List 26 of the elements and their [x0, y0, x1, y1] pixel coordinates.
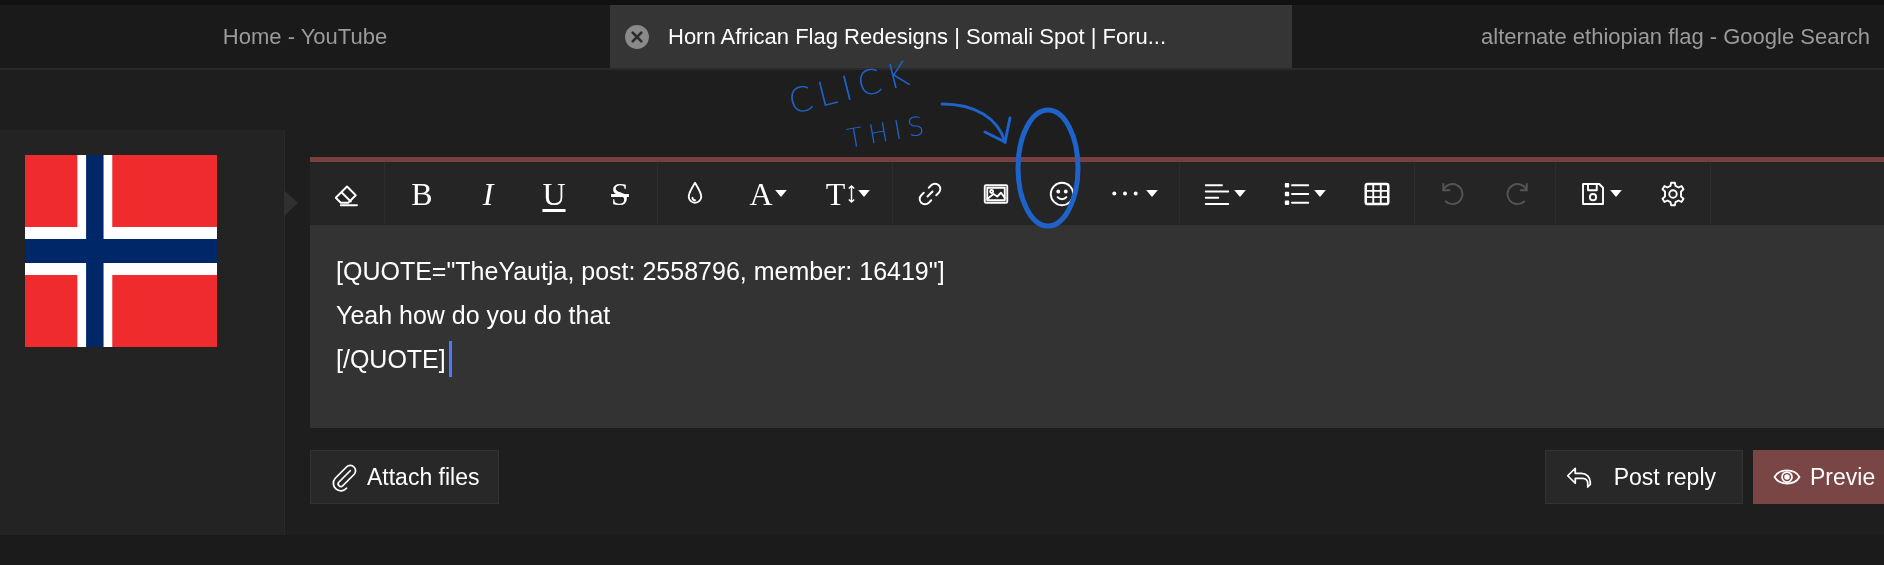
caret-icon	[1234, 190, 1246, 197]
bold-button[interactable]: B	[389, 162, 455, 225]
text-cursor	[448, 341, 452, 377]
editor-text-line: Yeah how do you do that	[336, 300, 611, 331]
close-icon[interactable]	[624, 23, 650, 50]
preview-button[interactable]: Previe	[1753, 450, 1884, 504]
editor-text-line: [/QUOTE]	[336, 344, 446, 375]
caret-icon	[1146, 190, 1158, 197]
caret-icon	[858, 190, 871, 197]
more-icon	[1112, 191, 1138, 196]
underline-button[interactable]: U	[521, 162, 587, 225]
browser-tab[interactable]: alternate ethiopian flag - Google Search	[1292, 5, 1884, 68]
message-input[interactable]: [QUOTE="TheYautja, post: 2558796, member: 16419"] Yeah how do you do that [/QUOTE]	[310, 225, 1884, 428]
font-button[interactable]: A	[728, 162, 808, 225]
browser-tab[interactable]: Home - YouTube	[0, 5, 610, 68]
strike-button[interactable]: S	[587, 162, 653, 225]
editor-text-line: [QUOTE="TheYautja, post: 2558796, member: 16419"]	[336, 256, 945, 287]
caret-icon	[1314, 190, 1326, 197]
attach-button[interactable]: Attach files	[310, 450, 499, 504]
flag-avatar[interactable]	[25, 155, 217, 347]
italic-button[interactable]: I	[455, 162, 521, 225]
reply-button[interactable]: Post reply	[1544, 450, 1743, 504]
caret-icon	[1610, 190, 1622, 197]
size-button[interactable]: T	[808, 162, 888, 225]
caret-icon	[774, 190, 787, 197]
arrow-annotation	[940, 102, 1012, 145]
